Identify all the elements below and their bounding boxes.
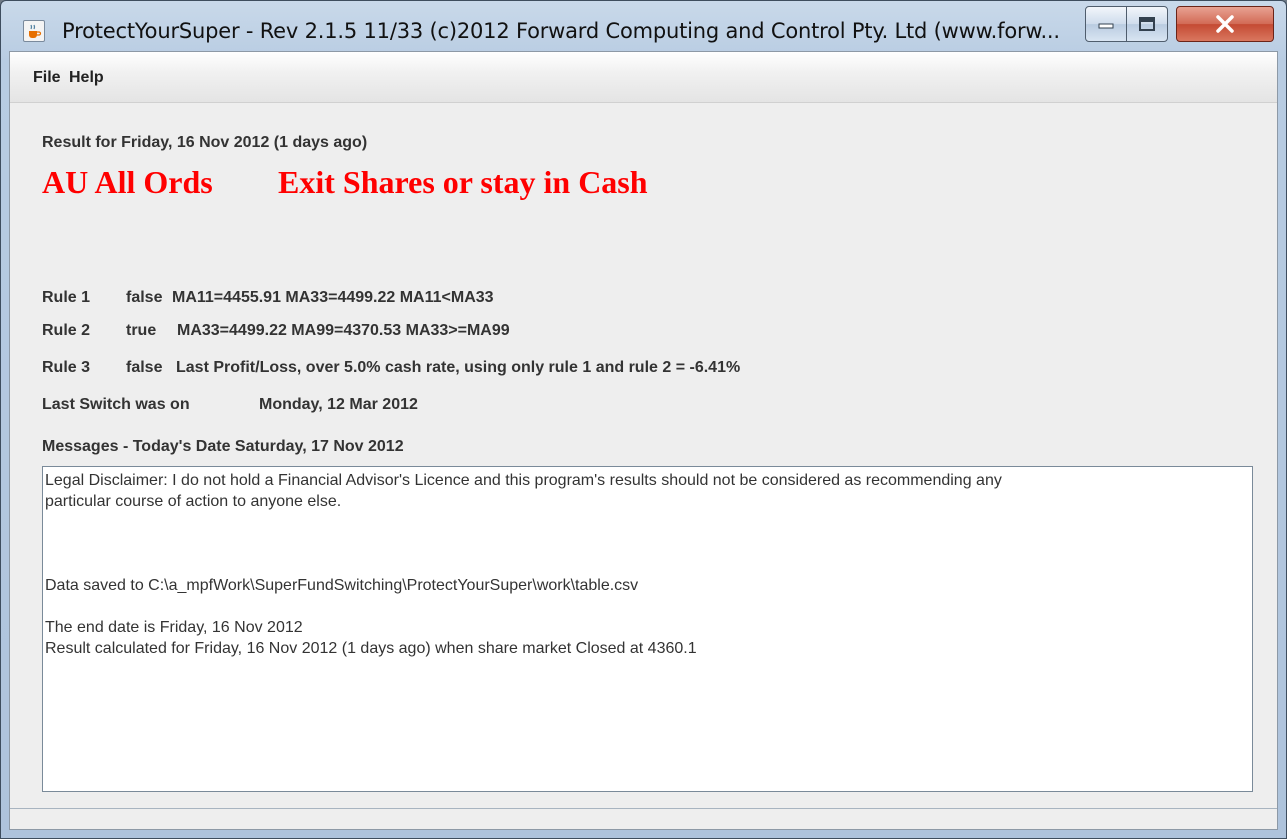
rule-2-detail: MA33=4499.22 MA99=4370.53 MA33>=MA99 [177,322,510,339]
status-bar [10,808,1277,829]
menu-help[interactable]: Help [69,69,104,87]
result-heading: Result for Friday, 16 Nov 2012 (1 days a… [42,134,368,151]
app-window: ProtectYourSuper - Rev 2.1.5 11/33 (c)20… [0,0,1287,839]
market-name: AU All Ords [42,164,213,200]
minimize-button[interactable] [1085,6,1127,42]
message-line [45,596,1250,617]
message-line [45,512,1250,533]
title-bar[interactable]: ProtectYourSuper - Rev 2.1.5 11/33 (c)20… [1,1,1286,51]
java-coffee-cup-icon[interactable] [23,20,45,42]
advice-text: Exit Shares or stay in Cash [278,164,648,200]
rule-1-name: Rule 1 [42,289,91,306]
maximize-button[interactable] [1126,6,1168,42]
menu-bar: File Help [10,52,1277,103]
last-switch-label: Last Switch was on [42,396,190,413]
message-line [45,533,1250,554]
window-title: ProtectYourSuper - Rev 2.1.5 11/33 (c)20… [62,19,1060,43]
close-button[interactable] [1176,6,1274,42]
rule-1-state: false [126,289,163,306]
message-line: Data saved to C:\a_mpfWork\SuperFundSwit… [45,577,639,594]
rule-2-name: Rule 2 [42,322,91,339]
message-line [45,554,1250,575]
messages-textarea[interactable]: Legal Disclaimer: I do not hold a Financ… [42,466,1253,792]
message-line: Legal Disclaimer: I do not hold a Financ… [45,472,1002,489]
client-area: File Help Result for Friday, 16 Nov 2012… [9,51,1278,830]
rule-3-detail: Last Profit/Loss, over 5.0% cash rate, u… [176,359,741,376]
last-switch-date: Monday, 12 Mar 2012 [259,396,418,413]
messages-header: Messages - Today's Date Saturday, 17 Nov… [42,438,404,455]
close-icon [1216,15,1234,33]
menu-file[interactable]: File [33,69,61,87]
message-line: particular course of action to anyone el… [45,493,342,510]
message-line: Result calculated for Friday, 16 Nov 201… [45,640,697,657]
message-line: The end date is Friday, 16 Nov 2012 [45,619,303,636]
maximize-icon [1139,17,1155,31]
rule-1-detail: MA11=4455.91 MA33=4499.22 MA11<MA33 [172,289,494,306]
rule-3-name: Rule 3 [42,359,91,376]
rule-3-state: false [126,359,163,376]
rule-2-state: true [126,322,157,339]
minimize-icon [1098,23,1114,29]
